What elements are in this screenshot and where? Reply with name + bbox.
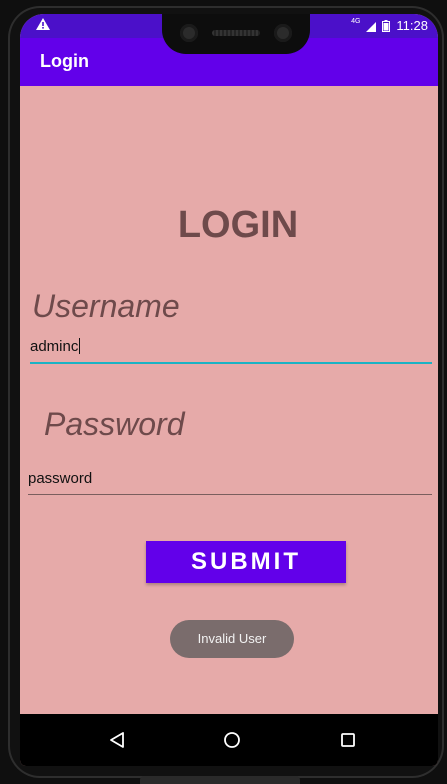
clock-time: 11:28	[396, 18, 428, 33]
phone-bottom-edge	[140, 776, 300, 784]
network-type-label: 4G	[351, 18, 361, 25]
password-value[interactable]: password	[28, 470, 92, 487]
navigation-bar	[20, 714, 438, 766]
recents-square-icon[interactable]	[336, 728, 360, 752]
side-button	[0, 14, 6, 24]
signal-icon	[366, 21, 377, 32]
camera-notch	[162, 14, 310, 54]
front-camera-right-icon	[274, 24, 292, 42]
username-value[interactable]: adminc	[30, 338, 81, 355]
toast-message: Invalid User	[170, 620, 294, 658]
app-bar-title: Login	[40, 51, 89, 71]
screen: 4G 11:28 Login LOGIN Username adminc Pas…	[20, 14, 438, 766]
phone-device: 4G 11:28 Login LOGIN Username adminc Pas…	[0, 0, 447, 784]
back-triangle-icon[interactable]	[106, 728, 130, 752]
status-indicators: 4G 11:28	[351, 18, 428, 33]
battery-icon	[382, 19, 391, 32]
front-camera-left-icon	[180, 24, 198, 42]
login-form: LOGIN Username adminc Password password …	[20, 86, 438, 714]
home-circle-icon[interactable]	[220, 728, 244, 752]
password-field[interactable]: password	[28, 466, 432, 495]
username-field[interactable]: adminc	[30, 334, 432, 364]
submit-button[interactable]: SUBMIT	[146, 541, 346, 583]
earpiece-speaker	[212, 30, 260, 36]
username-label: Username	[32, 288, 180, 324]
page-heading: LOGIN	[177, 204, 299, 246]
text-cursor	[79, 338, 81, 354]
password-label: Password	[44, 406, 185, 442]
warning-triangle-icon	[36, 18, 50, 33]
